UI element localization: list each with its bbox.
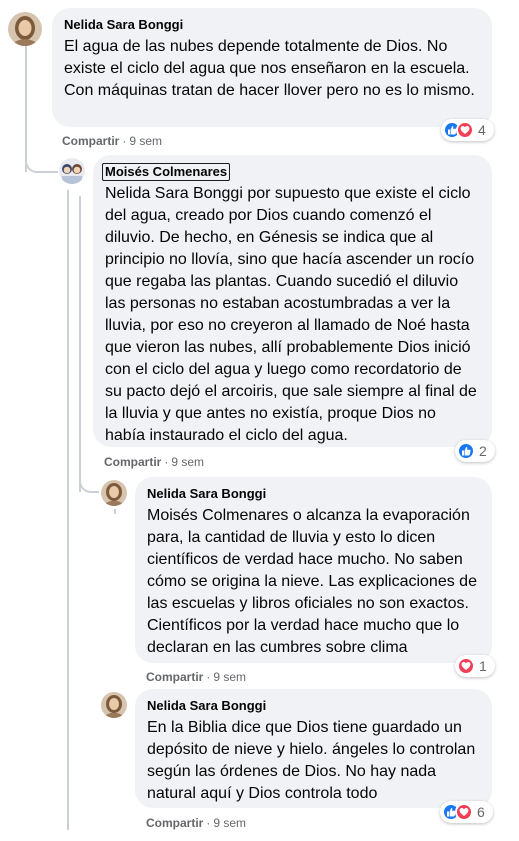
- thread-connector: [79, 470, 99, 493]
- reaction-summary[interactable]: 2: [455, 440, 495, 462]
- thread-line: [114, 509, 116, 514]
- comment-text: Nelida Sara Bonggi por supuesto que exis…: [105, 185, 477, 444]
- reaction-count: 6: [477, 804, 485, 820]
- love-icon: [457, 657, 475, 675]
- profile-photo: [59, 158, 85, 184]
- comment-author[interactable]: Moisés Colmenares: [102, 163, 231, 181]
- reaction-summary[interactable]: 6: [440, 801, 493, 823]
- avatar[interactable]: [59, 158, 85, 184]
- profile-photo: [8, 12, 42, 46]
- comment-bubble: Nelida Sara Bonggi Moisés Colmenares o a…: [135, 477, 492, 663]
- separator: ·: [164, 455, 169, 469]
- comment-text: Moisés Colmenares o alcanza la evaporaci…: [147, 507, 477, 656]
- comment-bubble: Nelida Sara Bonggi El agua de las nubes …: [52, 8, 492, 127]
- separator: ·: [206, 670, 211, 684]
- avatar[interactable]: [8, 12, 42, 46]
- comment-time[interactable]: 9 sem: [129, 134, 162, 148]
- comment-time[interactable]: 9 sem: [213, 816, 246, 830]
- share-link[interactable]: Compartir: [146, 670, 203, 684]
- love-icon: [455, 803, 473, 821]
- comment-actions: Compartir · 9 sem: [146, 669, 246, 685]
- comment-bubble: Moisés Colmenares Nelida Sara Bonggi por…: [93, 155, 492, 447]
- avatar[interactable]: [101, 692, 127, 718]
- comment-actions: Compartir · 9 sem: [62, 133, 162, 149]
- comment-time[interactable]: 9 sem: [213, 670, 246, 684]
- comment-text: El agua de las nubes depende totalmente …: [64, 38, 475, 99]
- comment-actions: Compartir · 9 sem: [146, 815, 246, 831]
- avatar[interactable]: [101, 480, 127, 506]
- share-link[interactable]: Compartir: [62, 134, 119, 148]
- share-link[interactable]: Compartir: [146, 816, 203, 830]
- separator: ·: [206, 816, 211, 830]
- thread-line: [79, 196, 81, 492]
- comment-author[interactable]: Nelida Sara Bonggi: [64, 17, 183, 33]
- reaction-summary[interactable]: 1: [455, 655, 495, 677]
- love-icon: [456, 121, 474, 139]
- comment-text: En la Biblia dice que Dios tiene guardad…: [147, 719, 476, 802]
- reaction-count: 4: [478, 122, 486, 138]
- share-link[interactable]: Compartir: [104, 455, 161, 469]
- separator: ·: [122, 134, 127, 148]
- profile-photo: [101, 692, 127, 718]
- reaction-summary[interactable]: 4: [441, 119, 494, 141]
- comment-author[interactable]: Nelida Sara Bonggi: [147, 698, 266, 714]
- comment-actions: Compartir · 9 sem: [104, 454, 204, 470]
- comment-time[interactable]: 9 sem: [171, 455, 204, 469]
- comment-author[interactable]: Nelida Sara Bonggi: [147, 486, 266, 502]
- thread-connector: [25, 150, 58, 173]
- reaction-count: 1: [479, 658, 487, 674]
- comment-bubble: Nelida Sara Bonggi En la Biblia dice que…: [135, 689, 492, 808]
- thread-line: [67, 190, 69, 830]
- like-icon: [457, 442, 475, 460]
- profile-photo: [101, 480, 127, 506]
- reaction-count: 2: [479, 443, 487, 459]
